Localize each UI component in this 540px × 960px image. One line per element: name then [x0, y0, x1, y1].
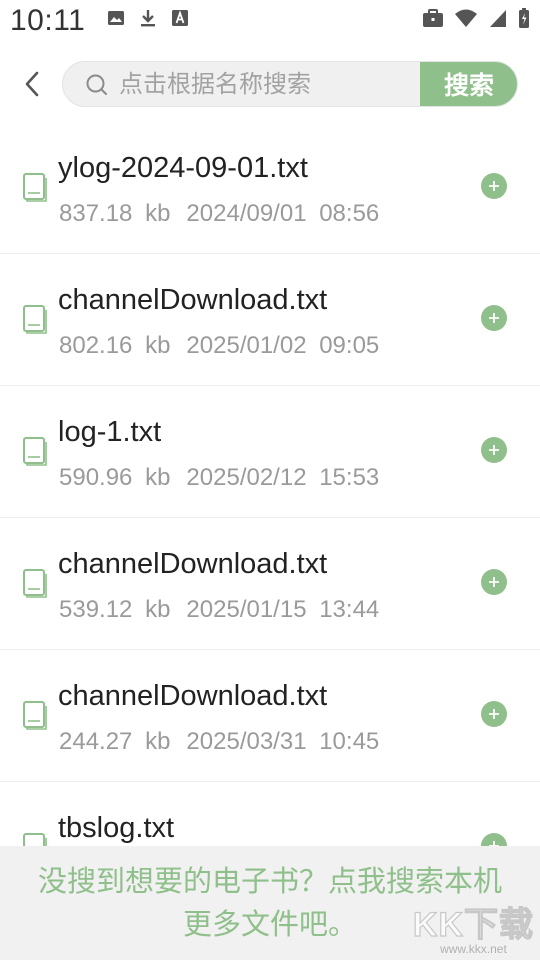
signal-icon — [490, 10, 506, 27]
image-icon — [108, 11, 124, 25]
list-item[interactable]: channelDownload.txt 802.16 kb 2025/01/02 … — [0, 254, 540, 386]
status-bar: 10:11 — [0, 0, 540, 44]
list-item[interactable]: channelDownload.txt 244.27 kb 2025/03/31 … — [0, 650, 540, 782]
book-icon — [23, 305, 47, 334]
file-size: 244.27 kb — [59, 728, 171, 755]
status-time: 10:11 — [10, 4, 86, 37]
file-name: channelDownload.txt — [58, 680, 328, 712]
watermark-logo-text: KK下载 — [412, 905, 534, 944]
add-button[interactable] — [481, 173, 507, 199]
list-item[interactable]: ylog-2024-09-01.txt 837.18 kb 2024/09/01 … — [0, 122, 540, 254]
file-date: 2024/09/01 08:56 — [186, 200, 380, 227]
add-button[interactable] — [481, 701, 507, 727]
list-item[interactable]: tbslog.txt — [0, 782, 540, 846]
file-meta: 837.18 kb 2024/09/01 08:56 — [59, 200, 379, 228]
add-button[interactable] — [481, 437, 507, 463]
search-icon — [86, 74, 107, 95]
watermark-logo: KK下载 www.kkx.net — [412, 897, 534, 956]
font-icon — [172, 10, 188, 26]
status-icons-left — [106, 8, 190, 28]
book-icon — [23, 437, 47, 466]
chevron-left-icon — [25, 71, 39, 97]
file-size: 837.18 kb — [59, 200, 171, 227]
file-date: 2025/01/02 09:05 — [186, 332, 380, 359]
add-button[interactable] — [481, 305, 507, 331]
book-icon — [23, 173, 47, 202]
search-device-banner[interactable]: 没搜到想要的电子书？点我搜索本机 更多文件吧。 KK下载 www.kkx.net — [0, 846, 540, 960]
book-icon — [23, 833, 47, 846]
file-name: channelDownload.txt — [58, 548, 328, 580]
file-meta: 244.27 kb 2025/03/31 10:45 — [59, 728, 379, 756]
battery-icon — [519, 8, 529, 28]
search-button[interactable]: 搜索 — [420, 62, 517, 106]
plus-icon — [489, 181, 499, 191]
file-meta: 590.96 kb 2025/02/12 15:53 — [59, 464, 379, 492]
file-name: channelDownload.txt — [58, 284, 328, 316]
file-date: 2025/01/15 13:44 — [186, 596, 380, 623]
list-item[interactable]: channelDownload.txt 539.12 kb 2025/01/15 … — [0, 518, 540, 650]
file-size: 539.12 kb — [59, 596, 171, 623]
wifi-icon — [455, 9, 477, 27]
search-input[interactable] — [119, 62, 419, 106]
search-box[interactable]: 搜索 — [62, 61, 518, 107]
file-name: tbslog.txt — [58, 812, 175, 844]
file-size: 802.16 kb — [59, 332, 171, 359]
file-name: ylog-2024-09-01.txt — [58, 152, 308, 184]
file-meta: 539.12 kb 2025/01/15 13:44 — [59, 596, 379, 624]
plus-icon — [489, 709, 499, 719]
file-date: 2025/02/12 15:53 — [186, 464, 380, 491]
list-item[interactable]: log-1.txt 590.96 kb 2025/02/12 15:53 — [0, 386, 540, 518]
book-icon — [23, 701, 47, 730]
plus-icon — [489, 841, 499, 846]
download-icon — [141, 10, 155, 27]
plus-icon — [489, 313, 499, 323]
file-size: 590.96 kb — [59, 464, 171, 491]
file-name: log-1.txt — [58, 416, 162, 448]
add-button[interactable] — [481, 569, 507, 595]
book-icon — [23, 569, 47, 598]
status-icons-right — [422, 8, 530, 28]
plus-icon — [489, 445, 499, 455]
file-date: 2025/03/31 10:45 — [186, 728, 380, 755]
add-button[interactable] — [481, 833, 507, 846]
plus-icon — [489, 577, 499, 587]
search-bar-row: 搜索 — [0, 58, 540, 110]
file-meta: 802.16 kb 2025/01/02 09:05 — [59, 332, 379, 360]
back-button[interactable] — [18, 68, 46, 100]
briefcase-icon — [423, 9, 443, 27]
file-list: ylog-2024-09-01.txt 837.18 kb 2024/09/01 … — [0, 122, 540, 846]
